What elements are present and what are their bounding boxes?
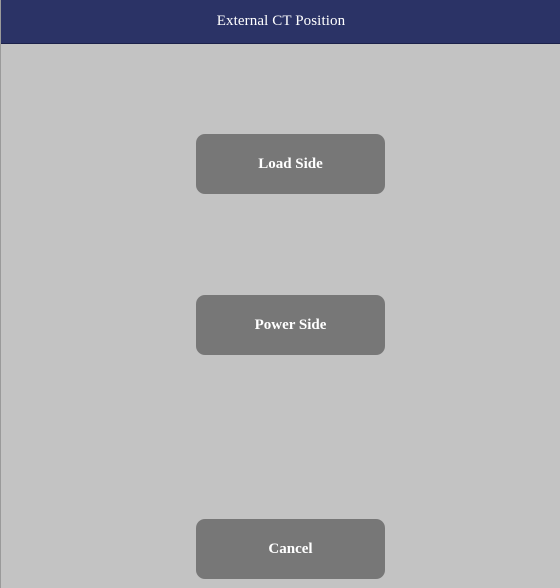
power-side-button[interactable]: Power Side [196, 295, 385, 355]
load-side-label: Load Side [258, 155, 323, 172]
cancel-label: Cancel [268, 540, 313, 557]
power-side-label: Power Side [254, 316, 327, 333]
title-bar: External CT Position [1, 0, 560, 44]
cancel-button[interactable]: Cancel [196, 519, 385, 579]
ct-position-dialog: External CT Position Load Side Power Sid… [0, 0, 560, 588]
load-side-button[interactable]: Load Side [196, 134, 385, 194]
dialog-title: External CT Position [216, 13, 346, 29]
